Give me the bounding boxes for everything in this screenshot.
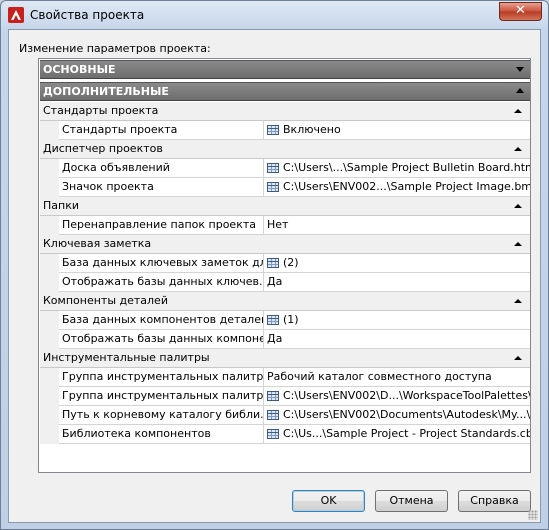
property-name: Значок проекта: [59, 178, 264, 197]
property-row[interactable]: Стандарты проекта Включено: [40, 121, 530, 140]
group-tool-palettes[interactable]: Инструментальные палитры: [40, 349, 530, 368]
property-value[interactable]: Да: [264, 273, 530, 292]
collapse-icon[interactable]: [514, 147, 522, 151]
property-value[interactable]: Рабочий каталог совместного доступа: [264, 368, 530, 387]
category-basic-label: ОСНОВНЫЕ: [43, 63, 116, 76]
group-title: Инструментальные палитры: [43, 351, 210, 364]
property-name: Отображать базы данных компоне...: [59, 330, 264, 349]
collapse-icon[interactable]: [514, 109, 522, 113]
project-properties-window: Свойства проекта ✕ Изменение параметров …: [0, 0, 549, 530]
table-icon: [267, 125, 279, 135]
property-value[interactable]: (1): [264, 311, 530, 330]
group-project-standards[interactable]: Стандарты проекта: [40, 102, 530, 121]
property-row[interactable]: Группа инструментальных палитр ... Рабоч…: [40, 368, 530, 387]
title-bar[interactable]: Свойства проекта ✕: [1, 1, 548, 29]
property-row[interactable]: Доска объявлений C:\Users\...\Sample Pro…: [40, 159, 530, 178]
caption-label: Изменение параметров проекта:: [19, 42, 211, 55]
category-basic[interactable]: ОСНОВНЫЕ: [40, 60, 530, 79]
table-icon: [267, 391, 279, 401]
help-button[interactable]: Справка: [458, 490, 531, 512]
property-name: Стандарты проекта: [59, 121, 264, 140]
property-value[interactable]: Да: [264, 330, 530, 349]
table-icon: [267, 182, 279, 192]
group-detail-components[interactable]: Компоненты деталей: [40, 292, 530, 311]
collapse-icon[interactable]: [514, 204, 522, 208]
property-name: Группа инструментальных палитр ...: [59, 368, 264, 387]
ok-button[interactable]: OK: [292, 490, 365, 512]
group-project-manager[interactable]: Диспетчер проектов: [40, 140, 530, 159]
chevron-up-icon[interactable]: [516, 88, 524, 93]
collapse-icon[interactable]: [514, 299, 522, 303]
property-name: База данных ключевых заметок дл...: [59, 254, 264, 273]
property-value[interactable]: Включено: [264, 121, 530, 140]
autocad-logo-icon: [8, 7, 24, 23]
cancel-button[interactable]: Отмена: [375, 490, 448, 512]
group-title: Папки: [43, 199, 79, 212]
property-row[interactable]: База данных ключевых заметок дл... (2): [40, 254, 530, 273]
property-value[interactable]: C:\Users\ENV002\D...\WorkspaceToolPalett…: [264, 387, 530, 406]
close-button[interactable]: ✕: [499, 2, 542, 21]
group-keynotes[interactable]: Ключевая заметка: [40, 235, 530, 254]
property-name: Доска объявлений: [59, 159, 264, 178]
collapse-icon[interactable]: [514, 242, 522, 246]
collapse-icon[interactable]: [514, 356, 522, 360]
property-value[interactable]: Нет: [264, 216, 530, 235]
property-name: База данных компонентов деталей ...: [59, 311, 264, 330]
group-title: Стандарты проекта: [43, 104, 159, 117]
property-value[interactable]: C:\Us...\Sample Project - Project Standa…: [264, 425, 530, 444]
group-folders[interactable]: Папки: [40, 197, 530, 216]
table-icon: [267, 429, 279, 439]
property-row[interactable]: Отображать базы данных ключев... Да: [40, 273, 530, 292]
property-name: Путь к корневому каталогу библи...: [59, 406, 264, 425]
property-row[interactable]: Перенаправление папок проекта Нет: [40, 216, 530, 235]
property-row[interactable]: База данных компонентов деталей ... (1): [40, 311, 530, 330]
property-name: Группа инструментальных палитр: [59, 387, 264, 406]
property-name: Библиотека компонентов: [59, 425, 264, 444]
table-icon: [267, 258, 279, 268]
group-title: Диспетчер проектов: [43, 142, 163, 155]
property-name: Перенаправление папок проекта: [59, 216, 264, 235]
property-value[interactable]: (2): [264, 254, 530, 273]
group-title: Ключевая заметка: [43, 237, 152, 250]
property-row[interactable]: Путь к корневому каталогу библи... C:\Us…: [40, 406, 530, 425]
dialog-body: Изменение параметров проекта: ОСНОВНЫЕ Д…: [8, 29, 541, 523]
table-icon: [267, 163, 279, 173]
group-title: Компоненты деталей: [43, 294, 168, 307]
property-row[interactable]: Группа инструментальных палитр C:\Users\…: [40, 387, 530, 406]
property-grid[interactable]: ОСНОВНЫЕ ДОПОЛНИТЕЛЬНЫЕ Стандарты проект…: [38, 58, 531, 473]
window-title: Свойства проекта: [30, 8, 145, 22]
property-row[interactable]: Библиотека компонентов C:\Us...\Sample P…: [40, 425, 530, 444]
category-advanced[interactable]: ДОПОЛНИТЕЛЬНЫЕ: [40, 82, 530, 101]
table-icon: [267, 410, 279, 420]
resize-grip-icon[interactable]: [528, 510, 538, 520]
property-name: Отображать базы данных ключев...: [59, 273, 264, 292]
property-value[interactable]: C:\Users\ENV002\Documents\Autodesk\My...…: [264, 406, 530, 425]
property-value[interactable]: C:\Users\ENV002...\Sample Project Image.…: [264, 178, 530, 197]
category-advanced-label: ДОПОЛНИТЕЛЬНЫЕ: [43, 85, 169, 98]
property-row[interactable]: Отображать базы данных компоне... Да: [40, 330, 530, 349]
property-row[interactable]: Значок проекта C:\Users\ENV002...\Sample…: [40, 178, 530, 197]
chevron-down-icon[interactable]: [516, 67, 524, 72]
property-value[interactable]: C:\Users\...\Sample Project Bulletin Boa…: [264, 159, 530, 178]
table-icon: [267, 315, 279, 325]
